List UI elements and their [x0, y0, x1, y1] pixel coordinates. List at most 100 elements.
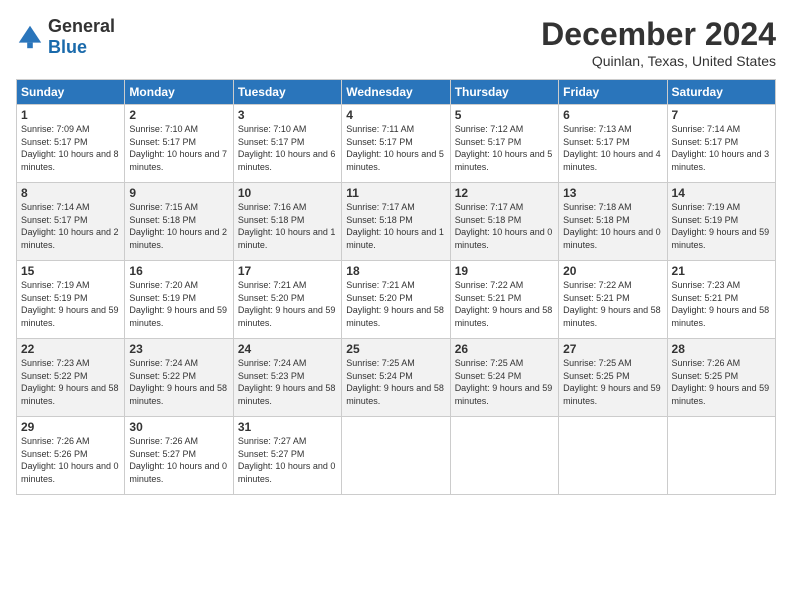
title-block: December 2024 Quinlan, Texas, United Sta…	[541, 16, 776, 69]
day-number: 28	[672, 342, 771, 356]
table-cell: 7Sunrise: 7:14 AMSunset: 5:17 PMDaylight…	[667, 105, 775, 183]
day-info: Sunrise: 7:24 AMSunset: 5:23 PMDaylight:…	[238, 357, 337, 407]
table-cell: 30Sunrise: 7:26 AMSunset: 5:27 PMDayligh…	[125, 417, 233, 495]
day-number: 31	[238, 420, 337, 434]
day-number: 20	[563, 264, 662, 278]
day-info: Sunrise: 7:25 AMSunset: 5:25 PMDaylight:…	[563, 357, 662, 407]
table-cell: 13Sunrise: 7:18 AMSunset: 5:18 PMDayligh…	[559, 183, 667, 261]
logo-blue: Blue	[48, 37, 87, 57]
day-number: 22	[21, 342, 120, 356]
table-cell: 9Sunrise: 7:15 AMSunset: 5:18 PMDaylight…	[125, 183, 233, 261]
logo-icon	[16, 23, 44, 51]
col-tuesday: Tuesday	[233, 80, 341, 105]
logo-text: General Blue	[48, 16, 115, 58]
day-info: Sunrise: 7:10 AMSunset: 5:17 PMDaylight:…	[129, 123, 228, 173]
table-row: 8Sunrise: 7:14 AMSunset: 5:17 PMDaylight…	[17, 183, 776, 261]
day-info: Sunrise: 7:23 AMSunset: 5:21 PMDaylight:…	[672, 279, 771, 329]
table-cell: 27Sunrise: 7:25 AMSunset: 5:25 PMDayligh…	[559, 339, 667, 417]
table-cell: 10Sunrise: 7:16 AMSunset: 5:18 PMDayligh…	[233, 183, 341, 261]
day-number: 3	[238, 108, 337, 122]
table-row: 29Sunrise: 7:26 AMSunset: 5:26 PMDayligh…	[17, 417, 776, 495]
day-info: Sunrise: 7:26 AMSunset: 5:26 PMDaylight:…	[21, 435, 120, 485]
day-number: 15	[21, 264, 120, 278]
day-info: Sunrise: 7:19 AMSunset: 5:19 PMDaylight:…	[672, 201, 771, 251]
table-cell: 22Sunrise: 7:23 AMSunset: 5:22 PMDayligh…	[17, 339, 125, 417]
day-info: Sunrise: 7:15 AMSunset: 5:18 PMDaylight:…	[129, 201, 228, 251]
table-cell: 14Sunrise: 7:19 AMSunset: 5:19 PMDayligh…	[667, 183, 775, 261]
table-row: 22Sunrise: 7:23 AMSunset: 5:22 PMDayligh…	[17, 339, 776, 417]
header-row: Sunday Monday Tuesday Wednesday Thursday…	[17, 80, 776, 105]
table-cell: 20Sunrise: 7:22 AMSunset: 5:21 PMDayligh…	[559, 261, 667, 339]
day-info: Sunrise: 7:12 AMSunset: 5:17 PMDaylight:…	[455, 123, 554, 173]
table-cell: 24Sunrise: 7:24 AMSunset: 5:23 PMDayligh…	[233, 339, 341, 417]
day-number: 18	[346, 264, 445, 278]
day-number: 4	[346, 108, 445, 122]
day-info: Sunrise: 7:23 AMSunset: 5:22 PMDaylight:…	[21, 357, 120, 407]
day-info: Sunrise: 7:20 AMSunset: 5:19 PMDaylight:…	[129, 279, 228, 329]
day-number: 1	[21, 108, 120, 122]
day-info: Sunrise: 7:17 AMSunset: 5:18 PMDaylight:…	[455, 201, 554, 251]
table-cell: 29Sunrise: 7:26 AMSunset: 5:26 PMDayligh…	[17, 417, 125, 495]
day-info: Sunrise: 7:22 AMSunset: 5:21 PMDaylight:…	[563, 279, 662, 329]
col-wednesday: Wednesday	[342, 80, 450, 105]
day-info: Sunrise: 7:10 AMSunset: 5:17 PMDaylight:…	[238, 123, 337, 173]
day-info: Sunrise: 7:25 AMSunset: 5:24 PMDaylight:…	[346, 357, 445, 407]
day-number: 10	[238, 186, 337, 200]
day-number: 14	[672, 186, 771, 200]
day-number: 7	[672, 108, 771, 122]
day-number: 24	[238, 342, 337, 356]
table-cell: 18Sunrise: 7:21 AMSunset: 5:20 PMDayligh…	[342, 261, 450, 339]
header: General Blue December 2024 Quinlan, Texa…	[16, 16, 776, 69]
table-cell	[667, 417, 775, 495]
day-number: 12	[455, 186, 554, 200]
col-saturday: Saturday	[667, 80, 775, 105]
table-cell: 25Sunrise: 7:25 AMSunset: 5:24 PMDayligh…	[342, 339, 450, 417]
day-number: 8	[21, 186, 120, 200]
day-info: Sunrise: 7:11 AMSunset: 5:17 PMDaylight:…	[346, 123, 445, 173]
day-number: 23	[129, 342, 228, 356]
table-cell: 11Sunrise: 7:17 AMSunset: 5:18 PMDayligh…	[342, 183, 450, 261]
day-number: 25	[346, 342, 445, 356]
table-cell: 4Sunrise: 7:11 AMSunset: 5:17 PMDaylight…	[342, 105, 450, 183]
day-info: Sunrise: 7:14 AMSunset: 5:17 PMDaylight:…	[21, 201, 120, 251]
day-info: Sunrise: 7:13 AMSunset: 5:17 PMDaylight:…	[563, 123, 662, 173]
day-number: 9	[129, 186, 228, 200]
day-info: Sunrise: 7:26 AMSunset: 5:27 PMDaylight:…	[129, 435, 228, 485]
table-cell: 23Sunrise: 7:24 AMSunset: 5:22 PMDayligh…	[125, 339, 233, 417]
table-cell: 19Sunrise: 7:22 AMSunset: 5:21 PMDayligh…	[450, 261, 558, 339]
day-info: Sunrise: 7:18 AMSunset: 5:18 PMDaylight:…	[563, 201, 662, 251]
day-number: 26	[455, 342, 554, 356]
col-friday: Friday	[559, 80, 667, 105]
day-number: 19	[455, 264, 554, 278]
table-cell: 1Sunrise: 7:09 AMSunset: 5:17 PMDaylight…	[17, 105, 125, 183]
day-number: 27	[563, 342, 662, 356]
day-number: 13	[563, 186, 662, 200]
table-cell: 3Sunrise: 7:10 AMSunset: 5:17 PMDaylight…	[233, 105, 341, 183]
col-monday: Monday	[125, 80, 233, 105]
day-number: 30	[129, 420, 228, 434]
day-info: Sunrise: 7:16 AMSunset: 5:18 PMDaylight:…	[238, 201, 337, 251]
location-title: Quinlan, Texas, United States	[541, 53, 776, 69]
logo: General Blue	[16, 16, 115, 58]
calendar-table: Sunday Monday Tuesday Wednesday Thursday…	[16, 79, 776, 495]
table-cell: 31Sunrise: 7:27 AMSunset: 5:27 PMDayligh…	[233, 417, 341, 495]
day-info: Sunrise: 7:21 AMSunset: 5:20 PMDaylight:…	[346, 279, 445, 329]
table-cell: 5Sunrise: 7:12 AMSunset: 5:17 PMDaylight…	[450, 105, 558, 183]
table-cell: 17Sunrise: 7:21 AMSunset: 5:20 PMDayligh…	[233, 261, 341, 339]
calendar-container: General Blue December 2024 Quinlan, Texa…	[0, 0, 792, 505]
day-info: Sunrise: 7:09 AMSunset: 5:17 PMDaylight:…	[21, 123, 120, 173]
month-title: December 2024	[541, 16, 776, 53]
table-cell: 15Sunrise: 7:19 AMSunset: 5:19 PMDayligh…	[17, 261, 125, 339]
day-info: Sunrise: 7:19 AMSunset: 5:19 PMDaylight:…	[21, 279, 120, 329]
table-cell: 12Sunrise: 7:17 AMSunset: 5:18 PMDayligh…	[450, 183, 558, 261]
day-info: Sunrise: 7:27 AMSunset: 5:27 PMDaylight:…	[238, 435, 337, 485]
day-info: Sunrise: 7:21 AMSunset: 5:20 PMDaylight:…	[238, 279, 337, 329]
day-info: Sunrise: 7:22 AMSunset: 5:21 PMDaylight:…	[455, 279, 554, 329]
day-info: Sunrise: 7:14 AMSunset: 5:17 PMDaylight:…	[672, 123, 771, 173]
table-cell: 16Sunrise: 7:20 AMSunset: 5:19 PMDayligh…	[125, 261, 233, 339]
table-cell: 2Sunrise: 7:10 AMSunset: 5:17 PMDaylight…	[125, 105, 233, 183]
col-sunday: Sunday	[17, 80, 125, 105]
logo-general: General	[48, 16, 115, 36]
table-cell: 28Sunrise: 7:26 AMSunset: 5:25 PMDayligh…	[667, 339, 775, 417]
day-info: Sunrise: 7:26 AMSunset: 5:25 PMDaylight:…	[672, 357, 771, 407]
